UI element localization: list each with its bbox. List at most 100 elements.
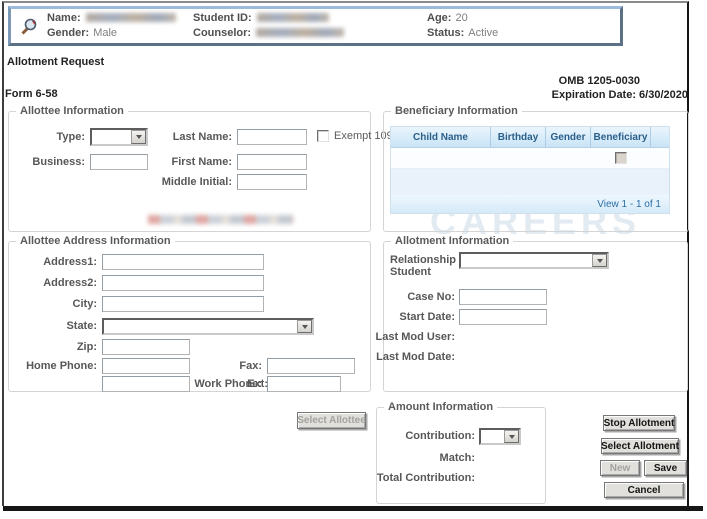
city-input[interactable]	[102, 296, 264, 312]
chevron-down-icon[interactable]	[297, 320, 312, 333]
address1-input[interactable]	[102, 254, 264, 270]
match-label: Match:	[440, 452, 475, 464]
cancel-button[interactable]: Cancel	[604, 482, 684, 498]
address2-input[interactable]	[102, 275, 264, 291]
cell-beneficiary	[591, 148, 651, 168]
allotment-information-group: Allotment Information Relationship to : …	[383, 241, 688, 392]
total-contribution-label: Total Contribution:	[377, 472, 475, 484]
cell-spacer	[651, 148, 669, 168]
amount-information-group: Amount Information Contribution: Match: …	[376, 407, 546, 504]
start-date-label: Start Date:	[399, 311, 455, 323]
middle-initial-label: Middle Initial:	[162, 176, 232, 188]
business-input[interactable]	[90, 154, 148, 170]
grid-pager: View 1 - 1 of 1	[597, 199, 661, 210]
page-title: Allotment Request	[7, 56, 104, 68]
start-date-input[interactable]	[459, 309, 547, 325]
last-mod-user-label: Last Mod User:	[376, 331, 455, 343]
banner-col-3: Age: 20 Status: Active	[427, 11, 498, 41]
chevron-down-icon[interactable]	[592, 254, 607, 267]
beneficiary-information-legend: Beneficiary Information	[391, 105, 522, 117]
case-no-label: Case No:	[407, 291, 455, 303]
new-button[interactable]: New	[600, 460, 640, 476]
name-label: Name:	[47, 12, 81, 24]
type-select[interactable]	[90, 128, 148, 146]
state-label: State:	[66, 320, 97, 332]
column-header-birthday[interactable]: Birthday	[491, 127, 546, 147]
counselor-label: Counselor:	[193, 27, 251, 39]
ext-input[interactable]	[267, 376, 341, 392]
business-label: Business:	[32, 156, 85, 168]
contribution-label: Contribution:	[405, 430, 475, 442]
relationship-label-line2: Student	[390, 266, 431, 278]
column-header-beneficiary[interactable]: Beneficiary	[591, 127, 651, 147]
cell-child-name	[391, 148, 491, 168]
name-value-redacted	[86, 13, 176, 22]
age-value: 20	[455, 12, 467, 24]
case-no-input[interactable]	[459, 289, 547, 305]
last-name-label: Last Name:	[173, 131, 232, 143]
allotment-information-legend: Allotment Information	[391, 235, 513, 247]
type-label: Type:	[56, 131, 85, 143]
allottee-information-group: Allottee Information Type: Last Name: Ex…	[8, 111, 371, 232]
beneficiary-grid-header: Child Name Birthday Gender Beneficiary	[391, 127, 669, 148]
fax-input[interactable]	[267, 358, 355, 374]
form-number: Form 6-58	[5, 88, 58, 100]
grid-empty-area	[391, 169, 669, 195]
gender-value: Male	[93, 27, 117, 39]
status-label: Status:	[427, 27, 464, 39]
fax-label: Fax:	[239, 360, 262, 372]
address1-label: Address1:	[43, 256, 97, 268]
zip-label: Zip:	[77, 341, 97, 353]
amount-information-legend: Amount Information	[384, 401, 497, 413]
gender-label: Gender:	[47, 27, 89, 39]
age-label: Age:	[427, 12, 451, 24]
relationship-select[interactable]	[459, 252, 609, 269]
expiration-date: Expiration Date: 6/30/2020	[480, 89, 688, 101]
beneficiary-grid: Child Name Birthday Gender Beneficiary V…	[390, 126, 670, 214]
bottom-rule	[3, 506, 703, 511]
exempt-1099-checkbox[interactable]	[317, 130, 329, 142]
select-allottee-button[interactable]: Select Allottee	[297, 412, 366, 429]
select-allotment-button[interactable]: Select Allotment	[601, 438, 679, 454]
last-name-input[interactable]	[237, 129, 307, 145]
allottee-address-group: Allottee Address Information Address1: A…	[8, 241, 371, 392]
cell-gender	[546, 148, 591, 168]
column-header-spacer	[651, 127, 669, 147]
student-id-value-redacted	[257, 13, 329, 22]
city-label: City:	[73, 298, 97, 310]
magnifier-icon[interactable]	[19, 17, 39, 37]
chevron-down-icon[interactable]	[131, 130, 146, 144]
state-select[interactable]	[102, 318, 314, 335]
stop-allotment-button[interactable]: Stop Allotment	[603, 415, 675, 431]
status-value: Active	[468, 27, 498, 39]
save-button[interactable]: Save	[644, 460, 687, 476]
work-phone-input[interactable]	[102, 376, 190, 392]
allotment-request-screen: CAREERS Name: Gender:Male Student ID: Co…	[0, 0, 707, 519]
cell-birthday	[491, 148, 546, 168]
home-phone-input[interactable]	[102, 358, 190, 374]
address2-label: Address2:	[43, 277, 97, 289]
contribution-select[interactable]	[479, 428, 521, 445]
last-mod-date-label: Last Mod Date:	[376, 351, 455, 363]
middle-initial-input[interactable]	[237, 174, 307, 190]
student-banner: Name: Gender: Male Student ID: Counselor:…	[8, 6, 623, 46]
column-header-gender[interactable]: Gender	[546, 127, 591, 147]
beneficiary-checkbox[interactable]	[615, 152, 627, 164]
student-id-label: Student ID:	[193, 12, 252, 24]
chevron-down-icon[interactable]	[504, 430, 519, 443]
banner-col-1: Name: Gender: Male	[47, 11, 176, 41]
grid-footer: View 1 - 1 of 1	[391, 195, 669, 213]
table-row[interactable]	[391, 148, 669, 169]
zip-input[interactable]	[102, 339, 190, 355]
home-phone-label: Home Phone:	[26, 360, 97, 372]
allottee-information-legend: Allottee Information	[16, 105, 128, 117]
banner-col-2: Student ID: Counselor:	[193, 11, 344, 41]
first-name-input[interactable]	[237, 154, 307, 170]
beneficiary-information-group: Beneficiary Information Child Name Birth…	[383, 111, 689, 232]
first-name-label: First Name:	[171, 156, 232, 168]
column-header-child-name[interactable]: Child Name	[391, 127, 491, 147]
omb-number: OMB 1205-0030	[480, 75, 640, 87]
counselor-value-redacted	[256, 28, 344, 37]
ext-label: Ext:	[247, 378, 268, 390]
allottee-address-legend: Allottee Address Information	[16, 235, 175, 247]
